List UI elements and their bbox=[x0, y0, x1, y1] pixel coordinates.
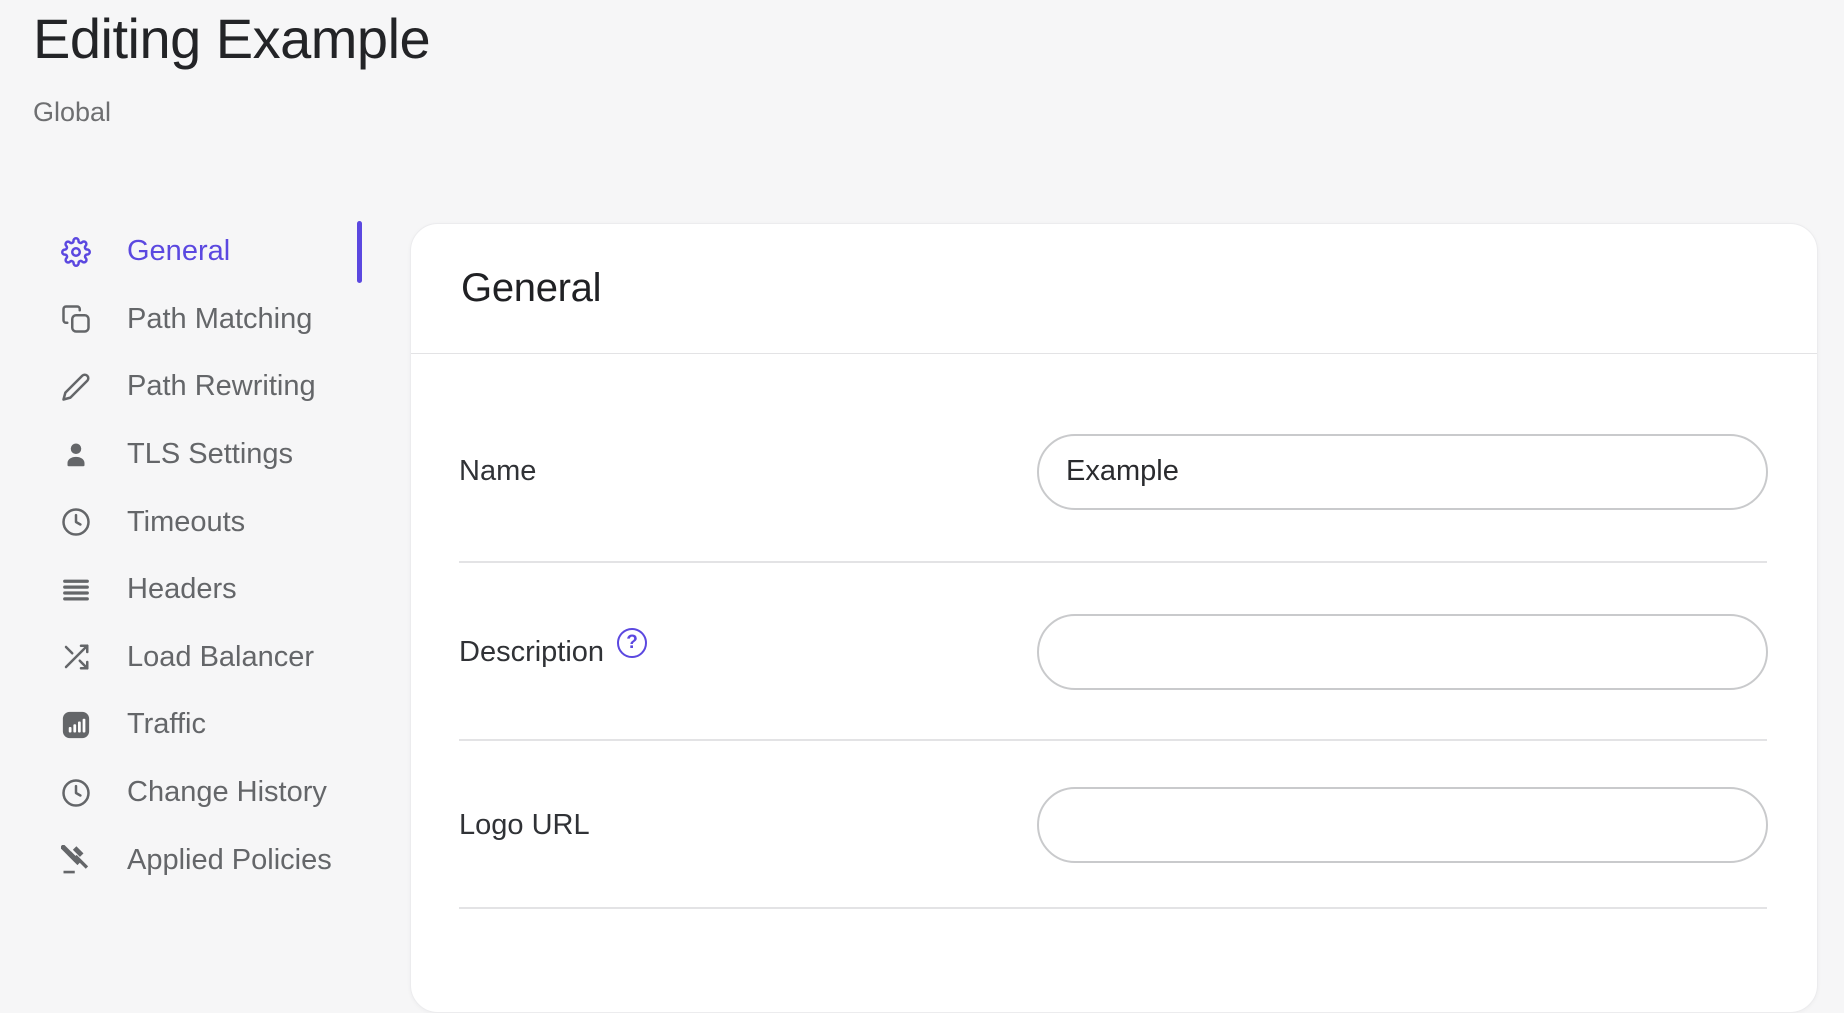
gavel-icon bbox=[60, 844, 92, 876]
sidebar-item-change-history[interactable]: Change History bbox=[50, 759, 362, 827]
history-icon bbox=[60, 777, 92, 809]
field-label-text: Description bbox=[459, 636, 604, 669]
active-indicator bbox=[357, 221, 362, 283]
sidebar-item-path-matching[interactable]: Path Matching bbox=[50, 286, 362, 354]
page-title: Editing Example bbox=[33, 6, 430, 71]
shuffle-icon bbox=[60, 641, 92, 673]
settings-card: General Name Description ? Logo URL bbox=[410, 223, 1818, 1013]
pencil-icon bbox=[60, 371, 92, 403]
field-label: Name bbox=[459, 455, 536, 488]
sidebar-item-label: General bbox=[127, 235, 230, 268]
form-row-logo-url: Logo URL bbox=[411, 741, 1817, 909]
form-row-description: Description ? bbox=[411, 563, 1817, 741]
sidebar-item-label: Path Matching bbox=[127, 303, 312, 336]
description-help-icon[interactable]: ? bbox=[617, 628, 647, 658]
sidebar-item-label: TLS Settings bbox=[127, 438, 293, 471]
card-title: General bbox=[461, 266, 601, 311]
sidebar-nav: General Path Matching Path Rewriting TLS… bbox=[50, 218, 362, 894]
sidebar-item-label: Applied Policies bbox=[127, 844, 332, 877]
field-label: Description ? bbox=[459, 636, 647, 669]
person-icon bbox=[60, 439, 92, 471]
bar-chart-icon bbox=[60, 709, 92, 741]
sidebar-item-load-balancer[interactable]: Load Balancer bbox=[50, 624, 362, 692]
sidebar-item-label: Traffic bbox=[127, 708, 206, 741]
description-input[interactable] bbox=[1037, 614, 1768, 690]
field-label-text: Logo URL bbox=[459, 809, 590, 842]
card-header: General bbox=[411, 224, 1817, 354]
form-row-name: Name bbox=[411, 354, 1817, 563]
sidebar-item-tls-settings[interactable]: TLS Settings bbox=[50, 421, 362, 489]
sidebar-item-general[interactable]: General bbox=[50, 218, 362, 286]
copy-icon bbox=[60, 303, 92, 335]
field-label: Logo URL bbox=[459, 809, 590, 842]
clock-icon bbox=[60, 506, 92, 538]
sidebar-item-label: Timeouts bbox=[127, 506, 245, 539]
rows-icon bbox=[60, 574, 92, 606]
sidebar-item-traffic[interactable]: Traffic bbox=[50, 691, 362, 759]
sidebar-item-label: Headers bbox=[127, 573, 237, 606]
logo-url-input[interactable] bbox=[1037, 787, 1768, 863]
form-body: Name Description ? Logo URL bbox=[411, 354, 1817, 909]
field-label-text: Name bbox=[459, 455, 536, 488]
row-separator bbox=[459, 907, 1767, 909]
name-input[interactable] bbox=[1037, 434, 1768, 510]
sidebar-item-timeouts[interactable]: Timeouts bbox=[50, 488, 362, 556]
page-subtitle: Global bbox=[33, 97, 111, 128]
sidebar-item-label: Path Rewriting bbox=[127, 370, 316, 403]
sidebar-item-path-rewriting[interactable]: Path Rewriting bbox=[50, 353, 362, 421]
gear-icon bbox=[60, 236, 92, 268]
sidebar-item-label: Load Balancer bbox=[127, 641, 314, 674]
sidebar-item-headers[interactable]: Headers bbox=[50, 556, 362, 624]
sidebar-item-applied-policies[interactable]: Applied Policies bbox=[50, 826, 362, 894]
sidebar-item-label: Change History bbox=[127, 776, 327, 809]
